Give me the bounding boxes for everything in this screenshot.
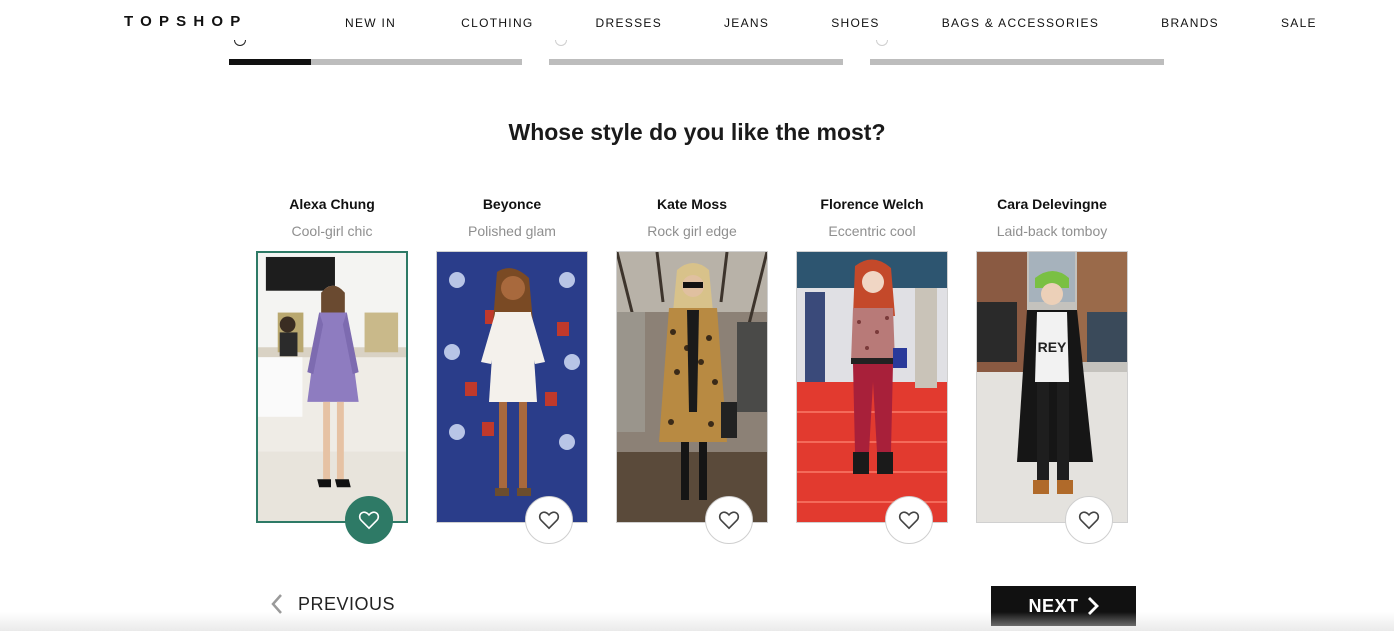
- nav-new-in[interactable]: NEW IN: [345, 16, 396, 30]
- style-option-florence-welch[interactable]: Florence Welch Eccentric cool: [796, 196, 948, 544]
- style-option-cara-delevingne[interactable]: Cara Delevingne Laid-back tomboy REY: [976, 196, 1128, 544]
- style-option-alexa-chung[interactable]: Alexa Chung Cool-girl chic: [256, 196, 408, 544]
- quiz-question: Whose style do you like the most?: [508, 119, 886, 145]
- option-tagline: Rock girl edge: [647, 223, 737, 239]
- previous-button[interactable]: PREVIOUS: [270, 593, 395, 615]
- heart-icon: [538, 511, 560, 530]
- nav-clothing[interactable]: CLOTHING: [461, 16, 533, 30]
- progress-bar-step-2: [549, 59, 843, 65]
- option-photo[interactable]: REY: [976, 251, 1128, 523]
- nav-bags-accessories[interactable]: BAGS & ACCESSORIES: [942, 16, 1099, 30]
- site-header: TOPSHOP NEW IN CLOTHING DRESSES JEANS SH…: [0, 0, 1394, 46]
- heart-icon: [898, 511, 920, 530]
- option-photo[interactable]: [436, 251, 588, 523]
- svg-text:REY: REY: [1038, 339, 1067, 355]
- option-tagline: Polished glam: [468, 223, 556, 239]
- next-button[interactable]: NEXT: [991, 586, 1136, 626]
- option-tagline: Eccentric cool: [828, 223, 916, 239]
- main-nav: NEW IN CLOTHING DRESSES JEANS SHOES BAGS…: [345, 16, 1317, 30]
- style-option-beyonce[interactable]: Beyonce Polished glam: [436, 196, 588, 544]
- previous-label: PREVIOUS: [298, 593, 396, 614]
- nav-brands[interactable]: BRANDS: [1161, 16, 1219, 30]
- favorite-button[interactable]: [705, 496, 753, 544]
- option-name: Alexa Chung: [289, 196, 375, 212]
- progress-bar-step-3: [870, 59, 1164, 65]
- heart-icon: [1078, 511, 1100, 530]
- style-option-kate-moss[interactable]: Kate Moss Rock girl edge: [616, 196, 768, 544]
- progress-fill: [229, 59, 312, 65]
- option-name: Cara Delevingne: [997, 196, 1107, 212]
- next-label: NEXT: [1028, 595, 1079, 616]
- nav-dresses[interactable]: DRESSES: [596, 16, 662, 30]
- chevron-left-icon: [271, 594, 282, 614]
- option-photo[interactable]: [796, 251, 948, 523]
- option-tagline: Laid-back tomboy: [996, 223, 1108, 239]
- option-photo[interactable]: [616, 251, 768, 523]
- option-name: Florence Welch: [820, 196, 924, 212]
- option-tagline: Cool-girl chic: [291, 223, 373, 239]
- bottom-fade: [0, 612, 1394, 631]
- favorite-button[interactable]: [525, 496, 573, 544]
- option-name: Kate Moss: [656, 196, 728, 212]
- nav-jeans[interactable]: JEANS: [724, 16, 769, 30]
- option-name: Beyonce: [482, 196, 542, 212]
- heart-icon: [358, 511, 380, 530]
- topshop-logo[interactable]: TOPSHOP: [124, 13, 247, 30]
- nav-shoes[interactable]: SHOES: [831, 16, 880, 30]
- chevron-right-icon: [1087, 597, 1099, 615]
- progress-bar-step-1: [229, 59, 522, 65]
- favorite-button[interactable]: [1065, 496, 1113, 544]
- heart-icon: [718, 511, 740, 530]
- favorite-button[interactable]: [345, 496, 393, 544]
- favorite-button[interactable]: [885, 496, 933, 544]
- nav-sale[interactable]: SALE: [1281, 16, 1317, 30]
- option-photo[interactable]: [256, 251, 408, 523]
